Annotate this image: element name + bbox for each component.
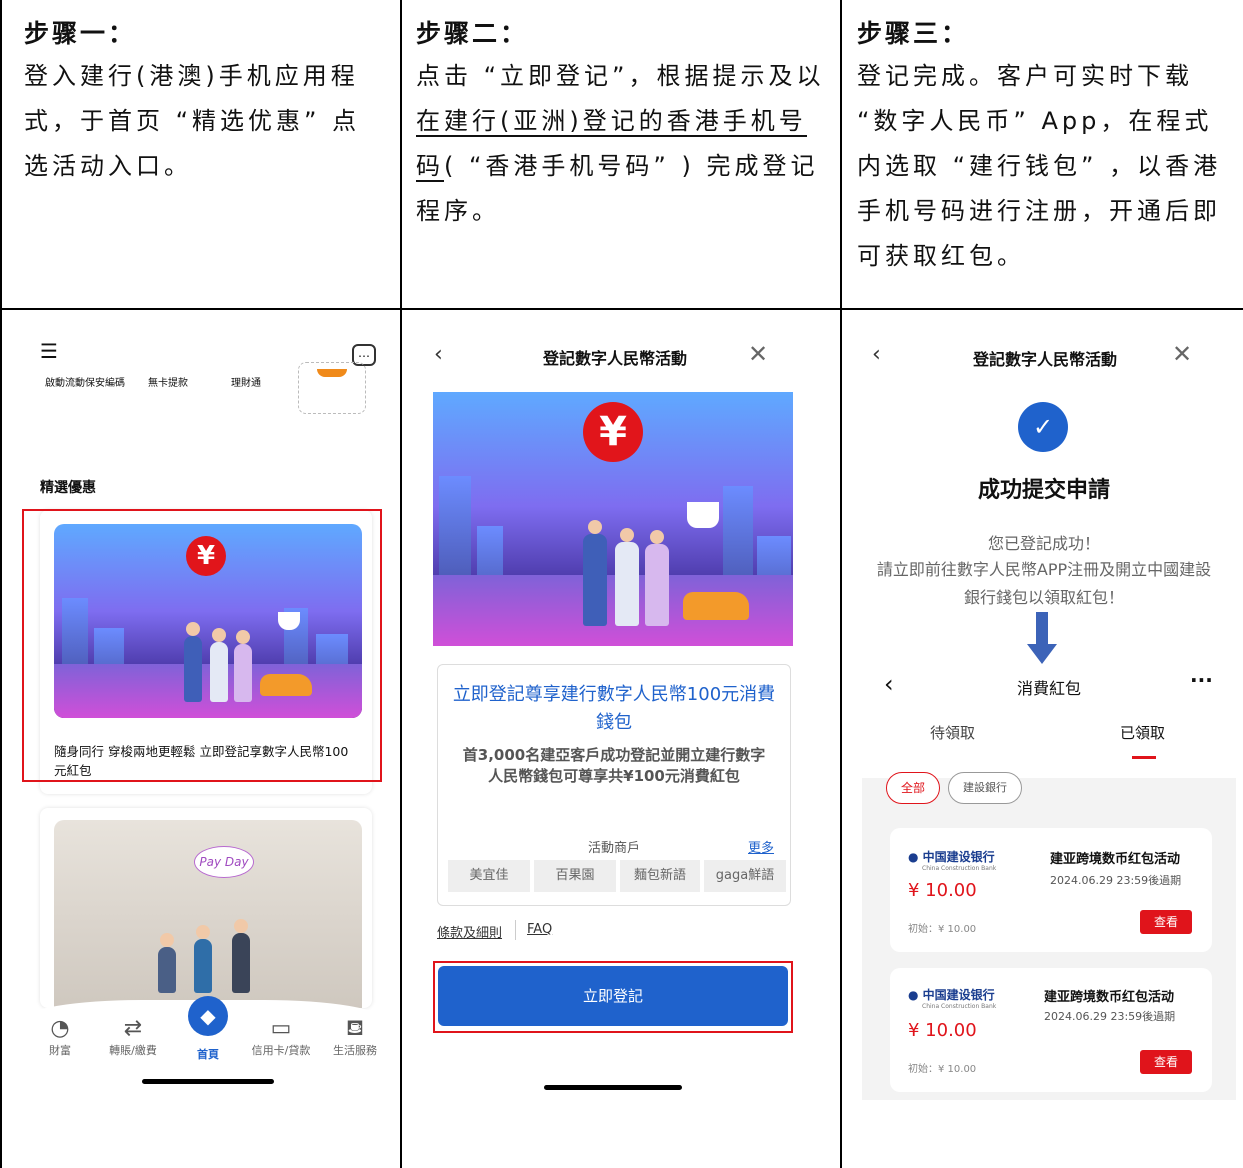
red-packet-name: 建亚跨境数币红包活动	[1050, 852, 1181, 867]
close-icon[interactable]: ✕	[748, 340, 768, 368]
steps-table: 步骤一： 登入建行(港澳)手机应用程式，于首页 “精选优惠” 点选活动入口。 步…	[0, 0, 1243, 1168]
quick-action-wealth-connect[interactable]: 理財通	[218, 374, 274, 389]
menu-icon[interactable]: ☰	[40, 341, 58, 361]
step-3-text: 登记完成。客户可实时下载 “数字人民币” App，在程式内选取 “建行钱包” ，…	[857, 62, 1222, 270]
step-1-cell: 步骤一： 登入建行(港澳)手机应用程式，于首页 “精选优惠” 点选活动入口。	[24, 14, 388, 189]
step-2-text-end: ( “香港手机号码” ) 完成登记程序。	[416, 152, 819, 225]
active-tab-indicator	[1132, 756, 1156, 759]
ecny-logo-icon: ¥	[583, 402, 643, 462]
section-title-featured-offers: 精選優惠	[40, 480, 96, 496]
quick-action-placeholder	[298, 362, 366, 414]
step-1-text: 登入建行(港澳)手机应用程式，于首页 “精选优惠” 点选活动入口。	[24, 62, 361, 180]
red-packet-expiry: 2024.06.29 23:59後過期	[1050, 874, 1182, 887]
home-indicator	[142, 1079, 274, 1084]
red-packet-name: 建亚跨境数币红包活动	[1044, 990, 1175, 1005]
second-offer-card[interactable]: Pay Day	[40, 808, 372, 1008]
highlight-box-register	[433, 961, 793, 1033]
step-3-title: 步骤三：	[857, 19, 970, 48]
red-packet-card[interactable]: ● 中国建设银行 China Construction Bank 建亚跨境数币红包…	[890, 828, 1212, 952]
down-arrow-icon	[1027, 644, 1057, 664]
step-2-title: 步骤二：	[416, 19, 529, 48]
wallet-title: 消費紅包	[1016, 679, 1081, 698]
step-1-title: 步骤一：	[24, 19, 137, 48]
table-border-left	[0, 0, 2, 1168]
more-merchants-link[interactable]: 更多	[748, 837, 774, 856]
tab-wealth[interactable]: ◔ 財富	[25, 1016, 95, 1058]
red-packet-expiry: 2024.06.29 23:59後過期	[1044, 1010, 1176, 1023]
view-button[interactable]: 查看	[1140, 1050, 1192, 1074]
merchant-chip[interactable]: gaga鮮語	[704, 860, 786, 892]
success-title: 成功提交申請	[977, 478, 1110, 503]
column-divider-1	[400, 0, 402, 1168]
more-options-icon[interactable]: ···	[1190, 668, 1213, 692]
red-packet-card[interactable]: ● 中国建设银行 China Construction Bank 建亚跨境数币红包…	[890, 968, 1212, 1092]
home-indicator	[544, 1085, 682, 1090]
checkmark-icon: ✓	[1018, 402, 1068, 452]
ccb-logo: ● 中国建设银行 China Construction Bank	[908, 988, 997, 1010]
filter-all[interactable]: 全部	[886, 772, 940, 804]
close-icon[interactable]: ✕	[1172, 340, 1192, 368]
tab-life-service[interactable]: ⛾ 生活服務	[320, 1016, 390, 1058]
terms-link[interactable]: 條款及細則	[437, 922, 502, 941]
back-icon[interactable]: ‹	[434, 342, 443, 367]
orange-badge-icon	[317, 369, 347, 377]
down-arrow-shaft	[1036, 612, 1048, 646]
column-divider-2	[840, 0, 842, 1168]
step-2-cell: 步骤二： 点击 “立即登记”，根据提示及以在建行(亚洲)登记的香港手机号码( “…	[416, 14, 830, 234]
tab-home[interactable]: 首頁	[173, 1046, 243, 1062]
tab-transfer[interactable]: ⇄ 轉賬/繳費	[98, 1016, 168, 1058]
payday-banner-image: Pay Day	[54, 820, 362, 1008]
filter-ccb[interactable]: 建設銀行	[948, 772, 1022, 804]
wealth-icon: ◔	[50, 1016, 70, 1041]
quick-action-cardless-withdrawal[interactable]: 無卡提款	[140, 374, 196, 389]
step-2-text: 点击 “立即登记”，根据提示及以在建行(亚洲)登记的香港手机号码( “香港手机号…	[416, 54, 830, 234]
row-divider	[0, 308, 1243, 310]
red-packet-initial: 初始：¥ 10.00	[908, 924, 977, 935]
merchant-chip[interactable]: 百果園	[534, 860, 616, 892]
life-service-icon: ⛾	[346, 1016, 364, 1041]
merchant-label: 活動商戶	[587, 841, 640, 856]
tab-credit-card[interactable]: ▭ 信用卡/貸款	[246, 1016, 316, 1058]
page-title: 登記數字人民幣活動	[542, 349, 687, 368]
tab-received[interactable]: 已領取	[1120, 722, 1165, 743]
payday-logo: Pay Day	[194, 846, 254, 878]
step-3-cell: 步骤三： 登记完成。客户可实时下载 “数字人民币” App，在程式内选取 “建行…	[857, 14, 1233, 279]
red-packet-amount: ¥ 10.00	[908, 880, 977, 901]
merchant-chip[interactable]: 美宜佳	[448, 860, 530, 892]
step-2-text-start: 点击 “立即登记”，根据提示及以	[416, 62, 825, 90]
back-icon[interactable]: ‹	[872, 342, 881, 367]
campaign-banner-image: ¥	[433, 392, 793, 646]
page-title: 登記數字人民幣活動	[972, 350, 1117, 369]
faq-link[interactable]: FAQ	[527, 922, 552, 937]
tab-pending[interactable]: 待領取	[930, 722, 975, 743]
red-packet-amount: ¥ 10.00	[908, 1020, 977, 1041]
link-divider	[515, 920, 516, 940]
quick-action-security-code[interactable]: 啟動流動保安編碼	[40, 374, 130, 389]
card-icon: ▭	[270, 1016, 292, 1041]
promo-description: 首3,000名建亞客戶成功登記並開立建行數字人民幣錢包可尊享共¥100元消費紅包	[462, 746, 766, 785]
success-instruction: 請立即前往數字人民幣APP注冊及開立中國建設銀行錢包以領取紅包！	[876, 560, 1212, 607]
success-message: 您已登記成功！	[987, 534, 1100, 553]
promo-title: 立即登記尊享建行數字人民幣100元消費錢包	[452, 684, 776, 733]
home-logo-icon[interactable]: ◆	[188, 996, 228, 1036]
highlight-box-offer	[22, 509, 382, 782]
ccb-logo: ● 中国建设银行 China Construction Bank	[908, 850, 997, 872]
red-packet-initial: 初始：¥ 10.00	[908, 1064, 977, 1075]
transfer-icon: ⇄	[123, 1016, 143, 1041]
merchant-chip[interactable]: 麵包新語	[620, 860, 700, 892]
view-button[interactable]: 查看	[1140, 910, 1192, 934]
